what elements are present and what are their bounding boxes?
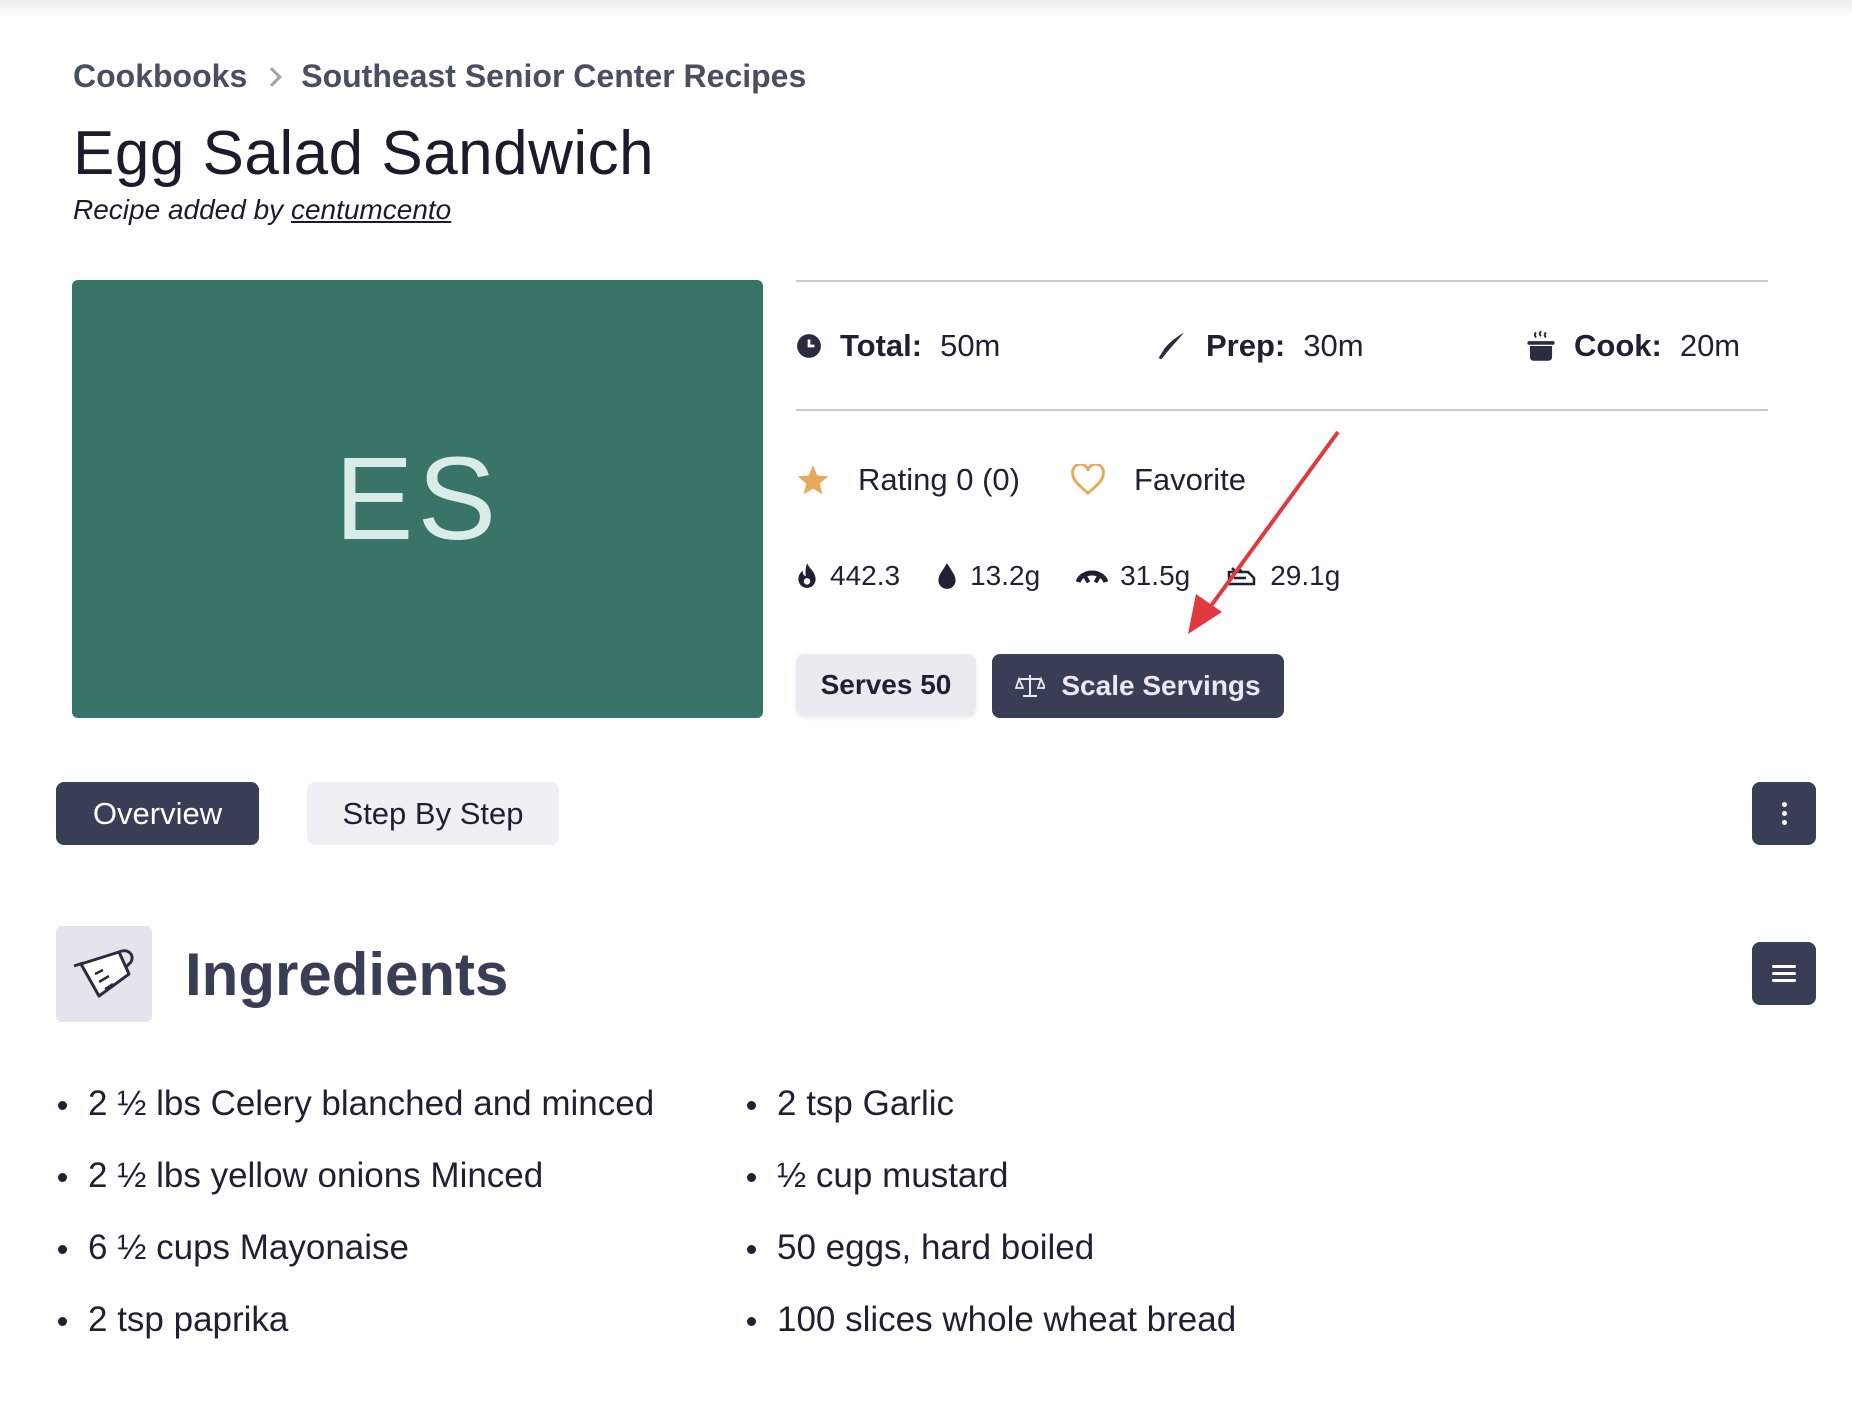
- prep-time-label: Prep:: [1206, 328, 1286, 363]
- ingredients-list-column-1: 2 ½ lbs Celery blanched and minced 2 ½ l…: [55, 1082, 654, 1370]
- cook-time-value: 20m: [1679, 328, 1741, 363]
- knife-icon: [1158, 332, 1184, 360]
- fire-icon: [798, 563, 816, 588]
- fat-item: 13.2g: [936, 560, 1040, 592]
- scale-servings-button[interactable]: Scale Servings: [992, 654, 1284, 718]
- cook-time-label: Cook:: [1574, 328, 1662, 363]
- list-item: 100 slices whole wheat bread: [744, 1298, 1236, 1370]
- prep-time: Prep: 30m: [1156, 328, 1364, 364]
- breadcrumb-cookbook-link[interactable]: Southeast Senior Center Recipes: [301, 58, 806, 95]
- recipe-initials: ES: [334, 433, 501, 565]
- clock-icon: [797, 334, 821, 358]
- ingredients-heading: Ingredients: [185, 941, 509, 1008]
- dumbbell-icon: [1076, 570, 1109, 584]
- fat-value: 13.2g: [970, 560, 1041, 591]
- tab-overview[interactable]: Overview: [56, 782, 259, 845]
- tab-step-by-step[interactable]: Step By Step: [307, 782, 559, 845]
- recipe-image-placeholder: ES: [72, 280, 763, 718]
- serves-button[interactable]: Serves 50: [796, 654, 976, 716]
- ingredients-list-column-2: 2 tsp Garlic ½ cup mustard 50 eggs, hard…: [744, 1082, 1236, 1370]
- list-item: 2 ½ lbs yellow onions Minced: [55, 1154, 654, 1226]
- byline-prefix: Recipe added by: [73, 194, 284, 225]
- star-icon[interactable]: [796, 463, 830, 497]
- list-item: 2 ½ lbs Celery blanched and minced: [55, 1082, 654, 1154]
- annotation-arrow: [1188, 430, 1340, 634]
- total-time-value: 50m: [940, 328, 1001, 363]
- drop-icon: [938, 563, 956, 589]
- list-item: 2 tsp paprika: [55, 1298, 654, 1370]
- cooking-pot-icon: [1527, 330, 1555, 361]
- heart-icon: [1071, 464, 1105, 496]
- list-item: 50 eggs, hard boiled: [744, 1226, 1236, 1298]
- list-item: 2 tsp Garlic: [744, 1082, 1236, 1154]
- breadcrumb: Cookbooks Southeast Senior Center Recipe…: [73, 58, 806, 95]
- scale-icon: [1015, 675, 1046, 697]
- chevron-right-icon: [262, 66, 283, 87]
- recipe-byline: Recipe added by centumcento: [73, 194, 451, 226]
- breadcrumb-cookbooks-link[interactable]: Cookbooks: [73, 58, 247, 95]
- total-time-label: Total:: [840, 328, 923, 363]
- rating-text: Rating 0 (0): [858, 462, 1020, 497]
- prep-time-value: 30m: [1303, 328, 1364, 363]
- page-title: Egg Salad Sandwich: [73, 119, 655, 188]
- author-link[interactable]: centumcento: [291, 194, 451, 225]
- top-shadow: [0, 0, 1852, 18]
- more-options-icon[interactable]: [1752, 782, 1816, 845]
- time-summary: Total: 50m Prep: 30m Cook: 20m: [796, 280, 1768, 411]
- scale-servings-label: Scale Servings: [1061, 670, 1261, 701]
- total-time: Total: 50m: [796, 328, 1000, 364]
- list-view-icon[interactable]: [1752, 942, 1816, 1005]
- list-item: 6 ½ cups Mayonaise: [55, 1226, 654, 1298]
- calories-item: 442.3: [796, 560, 900, 592]
- recipe-page: Cookbooks Southeast Senior Center Recipe…: [0, 0, 1852, 1408]
- list-item: ½ cup mustard: [744, 1154, 1236, 1226]
- measuring-cup-icon: [56, 926, 152, 1022]
- cook-time: Cook: 20m: [1526, 328, 1740, 364]
- calories-value: 442.3: [830, 560, 901, 591]
